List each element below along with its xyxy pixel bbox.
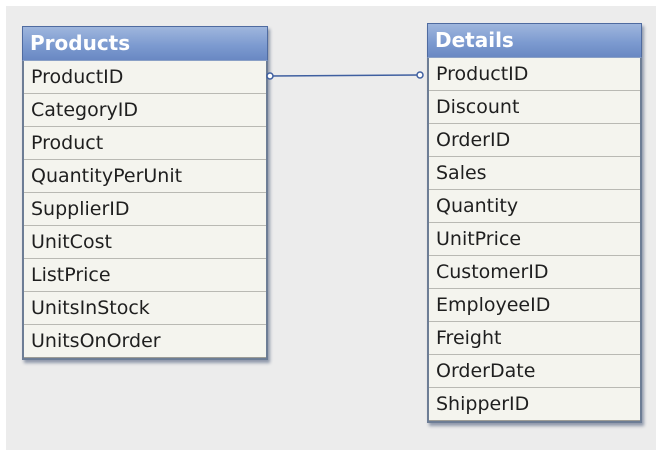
field-listprice[interactable]: ListPrice — [24, 259, 266, 292]
field-customerid[interactable]: CustomerID — [429, 256, 640, 289]
field-freight[interactable]: Freight — [429, 322, 640, 355]
field-quantityperunit[interactable]: QuantityPerUnit — [24, 160, 266, 193]
field-unitsonorder[interactable]: UnitsOnOrder — [24, 325, 266, 358]
field-supplierid[interactable]: SupplierID — [24, 193, 266, 226]
field-unitprice[interactable]: UnitPrice — [429, 223, 640, 256]
field-shipperid[interactable]: ShipperID — [429, 388, 640, 421]
field-categoryid[interactable]: CategoryID — [24, 94, 266, 127]
field-list-details: ProductID Discount OrderID Sales Quantit… — [429, 58, 640, 421]
link-endpoint-details-productid — [416, 71, 424, 79]
field-sales[interactable]: Sales — [429, 157, 640, 190]
table-header-details[interactable]: Details — [427, 23, 642, 58]
table-header-products[interactable]: Products — [22, 26, 268, 61]
link-line-productid[interactable] — [269, 74, 421, 77]
field-productid[interactable]: ProductID — [24, 61, 266, 94]
field-unitsinstock[interactable]: UnitsInStock — [24, 292, 266, 325]
field-unitcost[interactable]: UnitCost — [24, 226, 266, 259]
field-employeeid[interactable]: EmployeeID — [429, 289, 640, 322]
field-product[interactable]: Product — [24, 127, 266, 160]
field-orderid[interactable]: OrderID — [429, 124, 640, 157]
field-productid[interactable]: ProductID — [429, 58, 640, 91]
table-details[interactable]: Details ProductID Discount OrderID Sales… — [427, 23, 642, 423]
diagram-canvas: Products ProductID CategoryID Product Qu… — [6, 6, 656, 450]
field-orderdate[interactable]: OrderDate — [429, 355, 640, 388]
table-products[interactable]: Products ProductID CategoryID Product Qu… — [22, 26, 268, 360]
field-discount[interactable]: Discount — [429, 91, 640, 124]
field-quantity[interactable]: Quantity — [429, 190, 640, 223]
field-list-products: ProductID CategoryID Product QuantityPer… — [24, 61, 266, 358]
